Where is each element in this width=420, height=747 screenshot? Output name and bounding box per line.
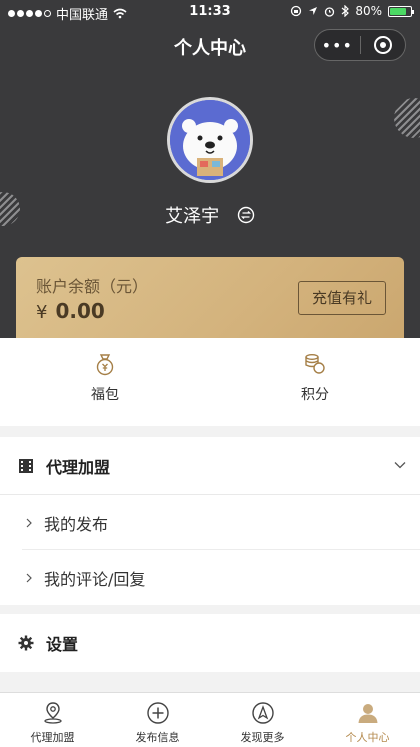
username-row: 艾泽宇 [0,202,420,228]
tab-label: 个人中心 [345,731,390,744]
menu-item-my-comments[interactable]: 我的评论/回复 [0,550,420,605]
more-menu-button[interactable]: ••• [315,36,360,55]
switch-account-icon[interactable] [237,206,255,224]
coin-stack-icon [305,354,325,374]
decor-circle [394,98,420,138]
battery-percent: 80% [355,4,382,18]
balance-amount: 0.00 [55,299,105,323]
settings-menu: 设置 [0,614,420,672]
status-bar: 中国联通 11:33 80% [0,0,420,24]
tab-label: 代理加盟 [30,731,75,744]
film-icon [19,458,33,473]
tab-discover[interactable]: 发现更多 [210,693,315,747]
location-pin-icon [43,702,62,724]
polar-bear-avatar-icon [170,100,250,180]
recharge-button[interactable]: 充值有礼 [298,281,386,315]
battery-icon [388,5,414,17]
agency-menu: 代理加盟 我的发布 我的评论/回复 [0,437,420,605]
menu-item-label: 我的发布 [44,514,109,534]
chevron-right-icon [26,573,32,582]
quick-item-label: 福包 [91,387,119,403]
chevron-down-icon [394,462,406,469]
balance-label: 账户余额（元） [36,277,149,296]
agency-header-row[interactable]: 代理加盟 [0,437,420,495]
quick-item-points[interactable]: 积分 [210,338,420,426]
tab-bar: 代理加盟 发布信息 发现更多 个人中心 [0,692,420,747]
lock-rotation-icon [291,5,302,17]
gear-icon [18,635,34,651]
target-icon [373,36,392,54]
tab-publish[interactable]: 发布信息 [105,693,210,747]
settings-title: 设置 [46,635,79,654]
quick-actions: 福包 积分 [0,338,420,426]
location-arrow-icon [309,7,318,15]
mini-program-capsule: ••• [314,29,406,61]
menu-item-my-posts[interactable]: 我的发布 [0,495,420,550]
agency-title: 代理加盟 [46,457,111,477]
tab-agency[interactable]: 代理加盟 [0,693,105,747]
compass-icon [251,702,274,724]
close-mini-program-button[interactable] [360,36,405,54]
balance-amount-row: ¥0.00 [36,299,105,323]
menu-item-label: 我的评论/回复 [44,569,146,589]
tab-label: 发布信息 [135,731,180,744]
tab-profile[interactable]: 个人中心 [315,693,420,747]
username: 艾泽宇 [165,206,220,227]
quick-item-label: 积分 [301,387,329,403]
bluetooth-icon [341,5,350,17]
alarm-icon [325,6,335,17]
plus-circle-icon [146,702,169,724]
chevron-right-icon [26,518,32,527]
quick-item-fubao[interactable]: 福包 [0,338,210,426]
currency-symbol: ¥ [36,302,48,323]
tab-label: 发现更多 [240,731,285,744]
avatar[interactable] [167,97,253,183]
person-icon [358,704,377,723]
settings-row[interactable]: 设置 [0,614,420,672]
coin-bag-icon [96,354,114,376]
